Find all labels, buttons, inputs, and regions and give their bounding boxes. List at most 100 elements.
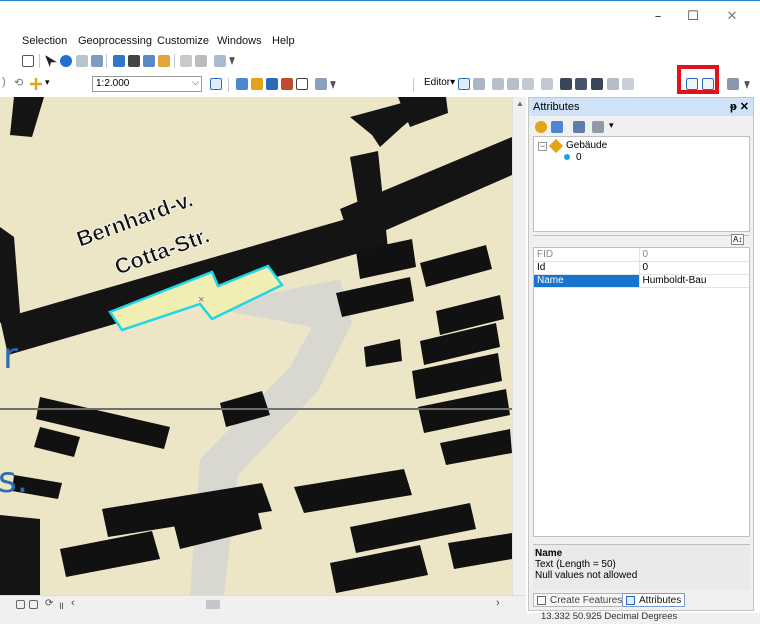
field-description: Name Text (Length = 50) Null values not …	[533, 544, 750, 590]
attributes-window: Attributes ᵽ ✕ ▾ − Gebäude 0 A↕ FID 0 Id…	[528, 97, 754, 611]
description-line: Text (Length = 50)	[535, 559, 616, 570]
find-icon[interactable]	[128, 55, 140, 67]
field-value[interactable]: 0	[639, 261, 749, 275]
tab-create-features[interactable]: Create Features	[533, 593, 627, 607]
trace-icon[interactable]	[522, 78, 534, 90]
pause-icon[interactable]: ॥	[58, 598, 64, 612]
toolbar-separator	[413, 78, 414, 92]
edit-tool-icon[interactable]	[458, 78, 470, 90]
scroll-left-icon[interactable]: ‹	[71, 597, 75, 609]
menu-help[interactable]: Help	[272, 35, 295, 47]
attributes-icon	[626, 596, 635, 605]
attributes-header: Attributes ᵽ ✕	[529, 98, 753, 116]
create-features-icon[interactable]	[727, 78, 739, 90]
catalog-icon[interactable]	[251, 78, 263, 90]
tools-toolbar: ) ⟲ ▾ 1:2.000 ⌵ Editor▾	[0, 74, 760, 96]
python-window-icon[interactable]	[296, 78, 308, 90]
chevron-down-icon[interactable]: ▾	[609, 120, 614, 131]
menu-bar: Selection Geoprocessing Customize Window…	[0, 34, 760, 50]
tab-attributes[interactable]: Attributes	[622, 593, 686, 607]
sort-fields-icon[interactable]: A↕	[731, 234, 745, 245]
edit-vertices-icon[interactable]	[560, 78, 572, 90]
create-features-icon	[537, 596, 546, 605]
tree-feature-label[interactable]: 0	[576, 152, 582, 163]
redo-icon[interactable]: )	[2, 76, 6, 88]
data-view-icon[interactable]	[29, 600, 38, 609]
feature-icon	[564, 154, 570, 160]
table-row[interactable]: Name Humboldt-Bau	[534, 274, 749, 288]
undo-icon[interactable]: ⟲	[14, 76, 23, 89]
arctoolbox-icon[interactable]	[281, 78, 293, 90]
display-options-icon[interactable]	[592, 121, 604, 133]
rotate-icon[interactable]	[622, 78, 634, 90]
time-slider-icon[interactable]	[158, 55, 170, 67]
scroll-right-icon[interactable]: ›	[496, 597, 500, 609]
select-elements-icon[interactable]	[45, 55, 57, 67]
split-tool-icon[interactable]	[607, 78, 619, 90]
save-icon[interactable]	[22, 55, 34, 67]
feature-tree[interactable]: − Gebäude 0	[533, 136, 750, 232]
close-button[interactable]: ✕	[722, 9, 742, 25]
field-value[interactable]: Humboldt-Bau	[639, 274, 749, 288]
edit-annotation-icon[interactable]	[473, 78, 485, 90]
cut-polygons-icon[interactable]	[591, 78, 603, 90]
menu-selection[interactable]: Selection	[22, 35, 67, 47]
reshape-icon[interactable]	[575, 78, 587, 90]
toolbar-separator	[174, 54, 175, 68]
editor-toolbar-icon[interactable]	[210, 78, 222, 90]
overview-icon[interactable]	[195, 55, 207, 67]
menu-geoprocessing[interactable]: Geoprocessing	[78, 35, 152, 47]
model-builder-icon[interactable]	[315, 78, 327, 90]
menu-windows[interactable]: Windows	[217, 35, 262, 47]
attributes-title: Attributes	[533, 101, 580, 113]
list-by-layer-icon[interactable]	[535, 121, 547, 133]
toolbar-separator	[39, 54, 40, 68]
map-view[interactable]: × Bernhard-v. Cotta-Str.	[0, 97, 512, 595]
table-row[interactable]: FID 0	[534, 248, 749, 262]
highlight-box	[677, 65, 719, 94]
editor-menu-button[interactable]: Editor▾	[424, 77, 455, 88]
viewer-icon[interactable]	[180, 55, 192, 67]
toolbar-options-icon[interactable]	[229, 57, 235, 65]
map-vertical-scrollbar[interactable]: ▲	[512, 97, 526, 595]
feature-anchor-mark: ×	[198, 294, 204, 306]
toc-icon[interactable]	[236, 78, 248, 90]
measure-icon[interactable]	[91, 55, 103, 67]
sort-icon[interactable]	[551, 121, 563, 133]
chevron-down-icon: ⌵	[192, 77, 199, 87]
table-row[interactable]: Id 0	[534, 261, 749, 275]
field-name: FID	[534, 248, 640, 262]
map-scale-combo[interactable]: 1:2.000 ⌵	[92, 76, 202, 92]
add-data-icon[interactable]	[30, 78, 42, 90]
pin-close-icon[interactable]: ᵽ ✕	[730, 100, 749, 113]
toolbar-options-icon[interactable]	[330, 81, 336, 89]
title-bar: – ☐ ✕	[0, 0, 760, 30]
identify-icon[interactable]	[60, 55, 72, 67]
magnifier-icon[interactable]	[214, 55, 226, 67]
search-window-icon[interactable]	[266, 78, 278, 90]
scroll-up-icon[interactable]: ▲	[516, 99, 524, 108]
chevron-down-icon[interactable]: ▾	[45, 77, 50, 88]
collapse-icon[interactable]: −	[538, 142, 547, 151]
description-title: Name	[535, 548, 563, 559]
splitter[interactable]: A↕	[533, 234, 750, 245]
tree-layer-label[interactable]: Gebäude	[566, 140, 607, 151]
attribute-grid[interactable]: FID 0 Id 0 Name Humboldt-Bau	[533, 247, 750, 537]
maximize-button[interactable]: ☐	[683, 9, 703, 25]
map-horizontal-scrollbar[interactable]: ⟳ ॥ ‹ ›	[0, 595, 526, 613]
standard-toolbar	[0, 52, 300, 70]
minimize-button[interactable]: –	[648, 9, 668, 25]
layer-options-icon[interactable]	[573, 121, 585, 133]
map-canvas: × Bernhard-v. Cotta-Str.	[0, 97, 512, 595]
toolbar-options-icon[interactable]	[744, 81, 750, 89]
horizontal-scroll-thumb[interactable]	[206, 600, 220, 609]
end-point-arc-icon[interactable]	[507, 78, 519, 90]
split-icon[interactable]	[541, 78, 553, 90]
refresh-icon[interactable]: ⟳	[45, 598, 53, 609]
menu-customize[interactable]: Customize	[157, 35, 209, 47]
go-to-xy-icon[interactable]	[143, 55, 155, 67]
layout-view-icon[interactable]	[16, 600, 25, 609]
table-icon[interactable]	[113, 55, 125, 67]
html-popup-icon[interactable]	[76, 55, 88, 67]
straight-segment-icon[interactable]	[492, 78, 504, 90]
